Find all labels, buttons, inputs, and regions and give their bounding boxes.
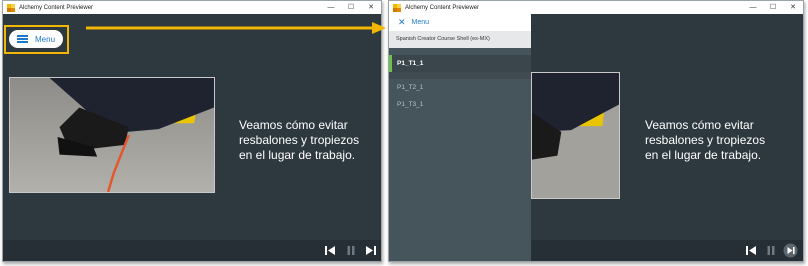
previous-icon[interactable] (324, 245, 336, 256)
lesson-item[interactable]: P1_T1_1 (389, 55, 531, 72)
navigation-drawer: ✕ Menu Spanish Creator Course Shell (es-… (389, 14, 531, 261)
lesson-content: Veamos cómo evitar resbalones y tropiezo… (389, 14, 803, 261)
screenshot-stage: Alchemy Content Previewer — ☐ ✕ Menu Vea… (0, 0, 808, 266)
caption-line: resbalones y tropiezos (645, 133, 766, 147)
menu-button-label: Menu (35, 34, 56, 44)
maximize-button[interactable]: ☐ (341, 1, 361, 14)
maximize-button[interactable]: ☐ (763, 1, 783, 14)
tripping-scene-image (531, 72, 620, 199)
pause-icon[interactable] (765, 245, 777, 256)
alchemy-app-icon (7, 3, 15, 12)
close-window-button[interactable]: ✕ (783, 1, 803, 14)
alchemy-app-icon (393, 3, 401, 12)
menu-button[interactable]: Menu (9, 30, 63, 48)
caption-line: Veamos cómo evitar (645, 118, 754, 132)
caption-line: Veamos cómo evitar (239, 118, 348, 132)
drawer-close-button[interactable]: ✕ Menu (389, 14, 531, 31)
minimize-button[interactable]: — (743, 1, 763, 14)
pause-icon[interactable] (345, 245, 357, 256)
close-icon: ✕ (398, 17, 406, 27)
lesson-list: P1_T1_1 P1_T2_1 P1_T3_1 (389, 55, 531, 113)
title-bar: Alchemy Content Previewer — ☐ ✕ (389, 1, 803, 14)
player-controls-bar (3, 240, 381, 261)
tripping-scene-image (9, 77, 215, 193)
lesson-caption: Veamos cómo evitar resbalones y tropiezo… (645, 118, 765, 163)
lesson-content: Menu Veamos cómo evitar resbalones y tro… (3, 14, 381, 261)
window-title: Alchemy Content Previewer (19, 4, 94, 11)
divider (389, 72, 531, 79)
course-title: Spanish Creator Course Shell (es-MX) (389, 31, 531, 48)
next-icon[interactable] (365, 245, 377, 256)
previewer-window-before: Alchemy Content Previewer — ☐ ✕ Menu Vea… (2, 0, 382, 262)
transition-arrow-icon (86, 22, 386, 34)
previewer-window-after: Alchemy Content Previewer — ☐ ✕ Veamos c… (388, 0, 804, 262)
caption-line: en el lugar de trabajo. (239, 148, 356, 162)
next-icon[interactable] (783, 243, 798, 258)
title-bar: Alchemy Content Previewer — ☐ ✕ (3, 1, 381, 14)
previous-icon[interactable] (745, 245, 757, 256)
lesson-item[interactable]: P1_T3_1 (389, 96, 531, 113)
hamburger-icon (17, 35, 28, 43)
caption-line: en el lugar de trabajo. (645, 148, 762, 162)
minimize-button[interactable]: — (321, 1, 341, 14)
window-title: Alchemy Content Previewer (405, 4, 480, 11)
close-window-button[interactable]: ✕ (361, 1, 381, 14)
caption-line: resbalones y tropiezos (239, 133, 360, 147)
lesson-item[interactable]: P1_T2_1 (389, 79, 531, 96)
lesson-caption: Veamos cómo evitar resbalones y tropiezo… (239, 118, 359, 163)
drawer-menu-label: Menu (411, 19, 430, 26)
